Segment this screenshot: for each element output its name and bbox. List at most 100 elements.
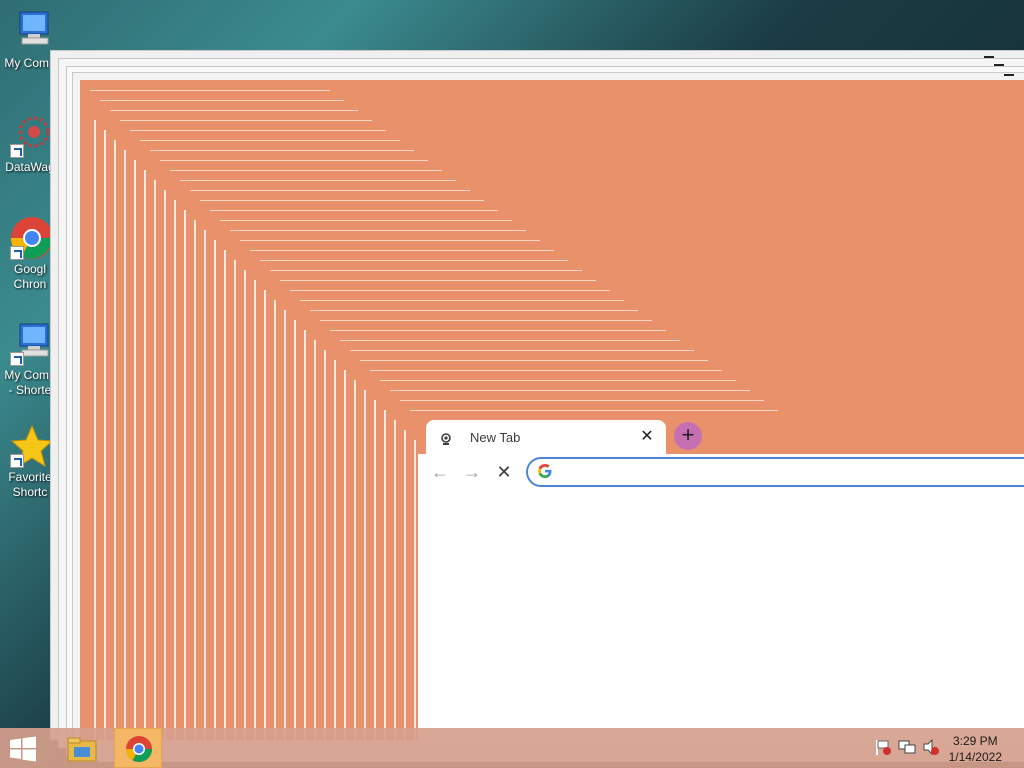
window-trail-line bbox=[380, 380, 736, 381]
window-trail-line bbox=[254, 280, 256, 740]
window-trail-line bbox=[400, 400, 764, 401]
window-trail-line bbox=[410, 410, 778, 411]
minimize-icon[interactable] bbox=[1004, 74, 1014, 76]
window-trail-line bbox=[104, 130, 106, 740]
new-tab-button[interactable]: + bbox=[674, 422, 702, 450]
window-trail-line bbox=[314, 340, 316, 740]
window-trail-line bbox=[140, 140, 400, 141]
window-trail-line bbox=[244, 270, 246, 740]
window-trail-line bbox=[374, 400, 376, 740]
window-trail-line bbox=[240, 240, 540, 241]
chrome-favicon-icon bbox=[440, 432, 452, 445]
taskbar: 3:29 PM 1/14/2022 bbox=[0, 728, 1024, 768]
network-icon[interactable] bbox=[898, 738, 916, 756]
window-trail-line bbox=[264, 290, 266, 740]
window-trail-line bbox=[364, 390, 366, 740]
window-trail-line bbox=[270, 270, 582, 271]
window-trail-line bbox=[344, 370, 346, 740]
taskbar-file-explorer[interactable] bbox=[58, 728, 106, 768]
action-center-flag-icon[interactable] bbox=[874, 738, 892, 756]
window-trail-line bbox=[404, 430, 406, 740]
tab-title: New Tab bbox=[470, 430, 521, 445]
window-trail-line bbox=[150, 150, 414, 151]
star-icon bbox=[8, 424, 54, 468]
window-trail-line bbox=[204, 230, 206, 740]
taskbar-chrome[interactable] bbox=[114, 728, 162, 768]
page-content bbox=[418, 490, 1024, 748]
back-arrow-icon[interactable]: ← bbox=[428, 460, 452, 484]
file-explorer-icon bbox=[66, 735, 98, 768]
shortcut-arrow-icon bbox=[10, 454, 24, 468]
datawagon-icon bbox=[8, 114, 52, 158]
address-input[interactable] bbox=[560, 461, 1024, 483]
tab-new-tab[interactable]: New Tab ✕ bbox=[426, 420, 666, 456]
window-trail-line bbox=[214, 240, 216, 740]
window-trail-line bbox=[170, 170, 442, 171]
clock-date: 1/14/2022 bbox=[948, 750, 1002, 764]
window-trail-line bbox=[360, 360, 708, 361]
clock-time: 3:29 PM bbox=[952, 734, 998, 748]
window-trail-line bbox=[110, 110, 358, 111]
window-trail-line bbox=[340, 340, 680, 341]
window-trail-line bbox=[310, 310, 638, 311]
window-trail-line bbox=[210, 210, 498, 211]
volume-muted-icon[interactable] bbox=[922, 738, 940, 756]
window-trail-line bbox=[90, 90, 330, 91]
window-trail-line bbox=[230, 230, 526, 231]
window-trail-line bbox=[144, 170, 146, 740]
window-trail-line bbox=[260, 260, 568, 261]
browser-toolbar: ← → ✕ bbox=[418, 454, 1024, 491]
window-trail-line bbox=[160, 160, 428, 161]
window-trail-line bbox=[220, 220, 512, 221]
window-trail-line bbox=[164, 190, 166, 740]
window-trail-line bbox=[120, 120, 372, 121]
stop-loading-icon[interactable]: ✕ bbox=[492, 460, 516, 484]
window-trail-line bbox=[304, 330, 306, 740]
window-trail-line bbox=[394, 420, 396, 740]
window-trail-line bbox=[274, 300, 276, 740]
window-trail-line bbox=[174, 200, 176, 740]
window-trail-line bbox=[124, 150, 126, 740]
window-trail-line bbox=[190, 190, 470, 191]
address-bar[interactable] bbox=[526, 457, 1024, 487]
window-trail-line bbox=[390, 390, 750, 391]
window-trail-line bbox=[130, 130, 386, 131]
window-trail-line bbox=[320, 320, 652, 321]
window-trail-line bbox=[284, 310, 286, 740]
window-trail-line bbox=[330, 330, 666, 331]
window-trail-line bbox=[280, 280, 596, 281]
window-trail-line bbox=[354, 380, 356, 740]
computer-icon bbox=[8, 322, 52, 366]
minimize-icon[interactable] bbox=[984, 56, 994, 58]
window-trail-line bbox=[114, 140, 116, 740]
tab-close-icon[interactable]: ✕ bbox=[638, 428, 656, 446]
minimize-icon[interactable] bbox=[994, 64, 1004, 66]
window-trail-line bbox=[234, 260, 236, 740]
window-trail-line bbox=[134, 160, 136, 740]
shortcut-arrow-icon bbox=[10, 144, 24, 158]
chrome-icon bbox=[8, 216, 53, 260]
shortcut-arrow-icon bbox=[10, 246, 24, 260]
forward-arrow-icon[interactable]: → bbox=[460, 460, 484, 484]
window-trail-line bbox=[294, 320, 296, 740]
window-trail-line bbox=[94, 120, 96, 740]
windows-start-icon[interactable] bbox=[8, 736, 38, 762]
window-trail-line bbox=[224, 250, 226, 740]
chrome-icon bbox=[125, 735, 153, 768]
window-trail-line bbox=[300, 300, 624, 301]
window-trail-line bbox=[290, 290, 610, 291]
window-trail-line bbox=[324, 350, 326, 740]
window-trail-line bbox=[384, 410, 386, 740]
window-trail-line bbox=[200, 200, 484, 201]
chrome-window: New Tab ✕ + ← → ✕ bbox=[418, 418, 1024, 748]
window-trail-line bbox=[100, 100, 344, 101]
computer-icon bbox=[8, 10, 52, 54]
google-g-icon bbox=[537, 463, 553, 479]
window-trail-line bbox=[250, 250, 554, 251]
window-trail-line bbox=[334, 360, 336, 740]
window-trail-line bbox=[154, 180, 156, 740]
shortcut-arrow-icon bbox=[10, 352, 24, 366]
window-trail-line bbox=[184, 210, 186, 740]
taskbar-clock[interactable]: 3:29 PM 1/14/2022 bbox=[949, 733, 1002, 765]
window-trail-line bbox=[194, 220, 196, 740]
